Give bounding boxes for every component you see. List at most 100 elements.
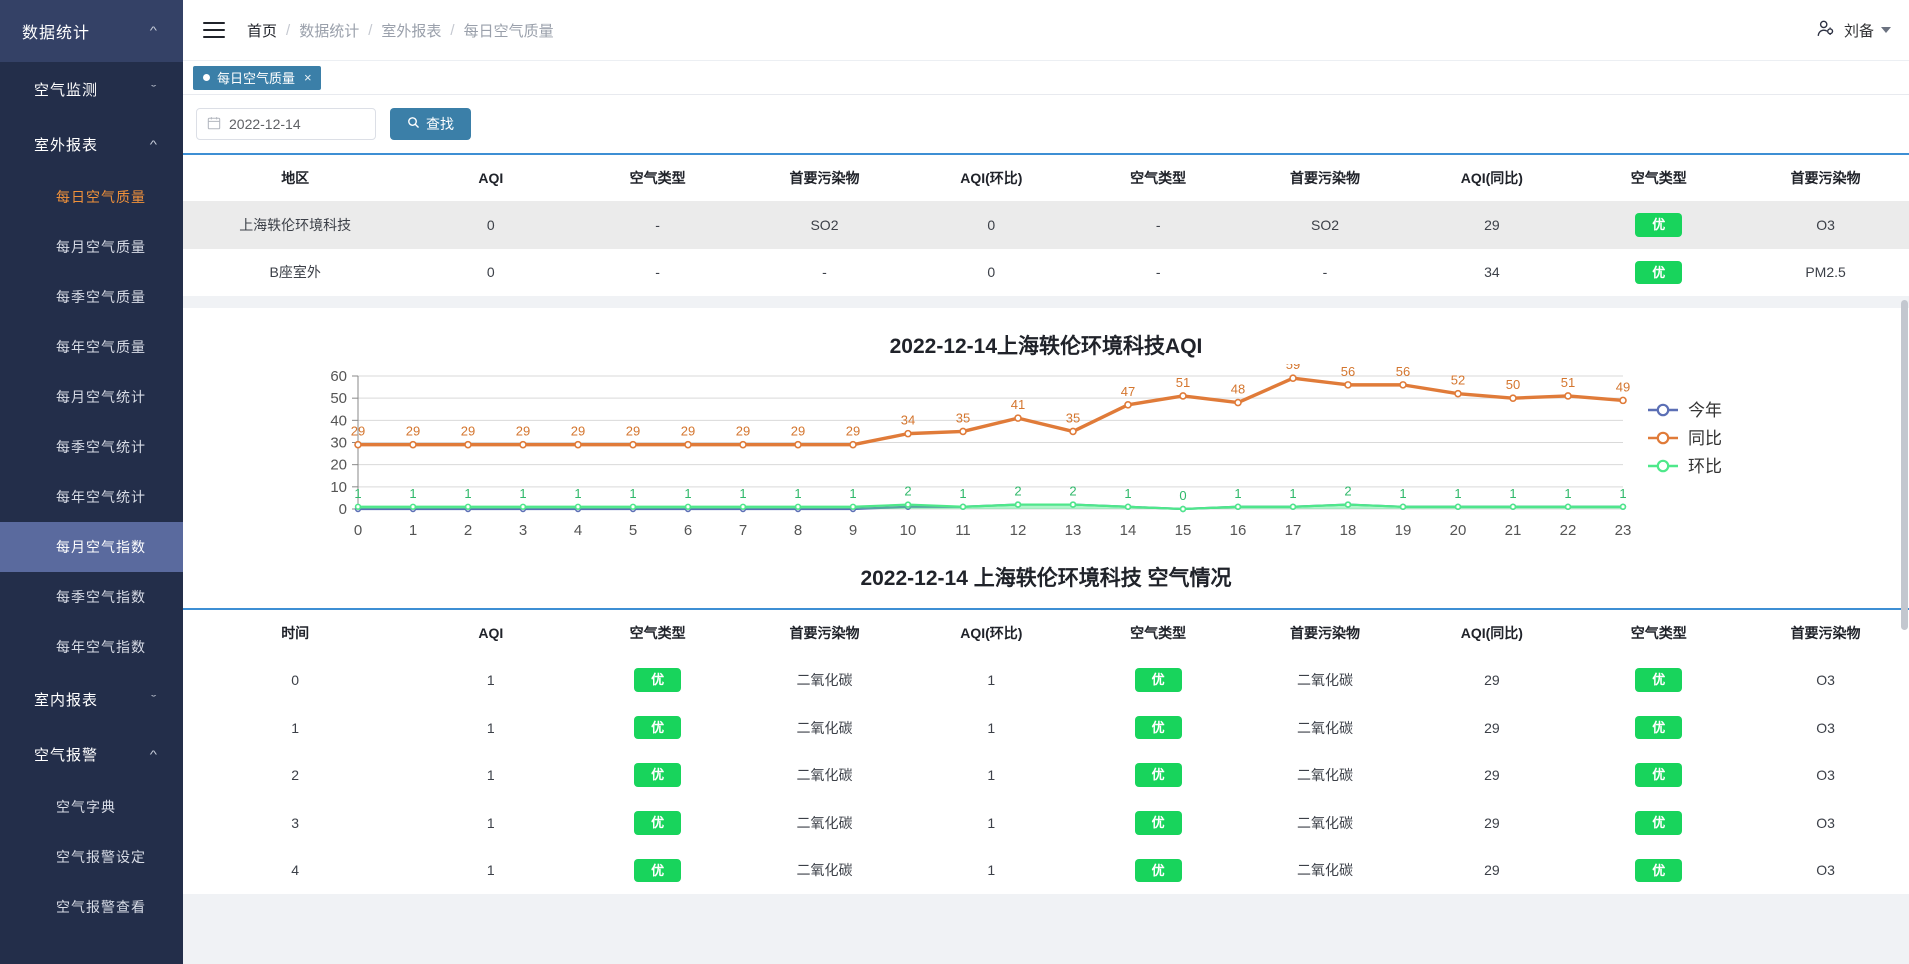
section-divider <box>183 296 1909 309</box>
summary-cell-7: 29 <box>1408 201 1576 249</box>
breadcrumb-item-0[interactable]: 首页 <box>247 20 277 41</box>
sidebar-item-每季空气统计[interactable]: 每季空气统计 <box>0 422 183 472</box>
sidebar-item-label: 每月空气统计 <box>56 389 146 405</box>
detail-cell-type1: 优 <box>574 798 742 847</box>
sidebar-item-label: 每月空气质量 <box>56 239 146 255</box>
sidebar-item-label: 每年空气统计 <box>56 489 146 505</box>
sidebar-item-label: 每日空气质量 <box>56 189 146 205</box>
legend-item-环比[interactable]: 环比 <box>1648 457 1722 476</box>
tag-tab-每日空气质量[interactable]: 每日空气质量 × <box>193 65 321 90</box>
detail-col-header-5: 空气类型 <box>1074 608 1242 657</box>
x-axis-tick-1: 1 <box>409 522 417 539</box>
data-point <box>1564 503 1572 511</box>
vertical-scrollbar[interactable] <box>1900 0 1909 964</box>
detail-cell-aqi_tb: 29 <box>1408 656 1576 704</box>
table-row[interactable]: 0 1 优二氧化碳 1 优二氧化碳 29 优 O3 <box>183 656 1909 704</box>
caret-down-icon[interactable] <box>1881 27 1891 33</box>
detail-cell-poll1: 二氧化碳 <box>741 846 908 895</box>
breadcrumb-separator: / <box>286 21 291 39</box>
table-row[interactable]: 4 1 优二氧化碳 1 优二氧化碳 29 优 O3 <box>183 846 1909 895</box>
data-point <box>849 441 857 449</box>
summary-col-header-8: 空气类型 <box>1575 153 1743 201</box>
close-icon[interactable]: × <box>304 70 312 85</box>
data-point <box>794 503 802 511</box>
sidebar-item-每季空气质量[interactable]: 每季空气质量 <box>0 272 183 322</box>
sidebar-item-label: 每月空气指数 <box>56 539 146 555</box>
sidebar-item-每年空气统计[interactable]: 每年空气统计 <box>0 472 183 522</box>
data-point <box>1124 503 1132 511</box>
scrollbar-thumb[interactable] <box>1901 300 1908 630</box>
data-label: 1 <box>1234 486 1241 501</box>
sidebar-item-每月空气指数[interactable]: 每月空气指数 <box>0 522 183 572</box>
status-badge: 优 <box>1134 810 1182 835</box>
x-axis-tick-21: 21 <box>1505 522 1522 539</box>
data-point <box>1344 501 1352 508</box>
search-button[interactable]: 查找 <box>390 108 471 140</box>
sidebar-group-室外报表[interactable]: 室外报表 ^ <box>0 117 183 172</box>
data-label: 1 <box>1124 486 1131 501</box>
table-row[interactable]: B座室外 0- -0- -34 优 PM2.5 <box>183 248 1909 297</box>
sidebar-item-label: 每季空气统计 <box>56 439 146 455</box>
table-row[interactable]: 上海轶伦环境科技 0- SO2 0- SO2 29 优 O3 <box>183 201 1909 249</box>
sidebar-item-每月空气质量[interactable]: 每月空气质量 <box>0 222 183 272</box>
detail-cell-type3: 优 <box>1575 751 1743 799</box>
summary-cell-9: PM2.5 <box>1742 248 1909 297</box>
y-axis-tick-50: 50 <box>330 390 347 407</box>
sidebar-item-每季空气指数[interactable]: 每季空气指数 <box>0 572 183 622</box>
series-line-同比 <box>358 376 1624 447</box>
data-point <box>849 503 857 511</box>
detail-cell-aqi_hb: 1 <box>907 751 1075 799</box>
sidebar-item-每年空气指数[interactable]: 每年空气指数 <box>0 622 183 672</box>
x-axis-tick-20: 20 <box>1450 522 1467 539</box>
summary-col-header-6: 首要污染物 <box>1241 153 1409 201</box>
table-row[interactable]: 3 1 优二氧化碳 1 优二氧化碳 29 优 O3 <box>183 798 1909 847</box>
y-axis-tick-0: 0 <box>339 501 347 518</box>
sidebar-group-空气监测[interactable]: 空气监测 ˇ <box>0 62 183 117</box>
legend-item-同比[interactable]: 同比 <box>1648 429 1722 448</box>
user-menu[interactable]: 刘备 <box>1815 18 1891 43</box>
sidebar-item-每年空气质量[interactable]: 每年空气质量 <box>0 322 183 372</box>
detail-cell-time: 0 <box>183 656 408 704</box>
data-label: 2 <box>1014 484 1021 499</box>
sidebar-group-空气报警[interactable]: 空气报警 ^ <box>0 727 183 782</box>
data-label: 1 <box>519 486 526 501</box>
sidebar-item-空气报警设定[interactable]: 空气报警设定 <box>0 832 183 882</box>
status-badge: 优 <box>1635 810 1683 835</box>
table-row[interactable]: 1 1 优二氧化碳 1 优二氧化碳 29 优 O3 <box>183 703 1909 752</box>
sidebar-item-空气报警查看[interactable]: 空气报警查看 <box>0 882 183 932</box>
legend-item-今年[interactable]: 今年 <box>1648 401 1722 420</box>
breadcrumb-item-3[interactable]: 每日空气质量 <box>464 20 554 41</box>
detail-cell-aqi_tb: 29 <box>1408 846 1576 895</box>
data-label: 1 <box>1564 486 1571 501</box>
chevron-up-icon: ^ <box>149 138 159 151</box>
x-axis-tick-3: 3 <box>519 522 527 539</box>
sidebar-item-空气字典[interactable]: 空气字典 <box>0 782 183 832</box>
breadcrumb-item-2[interactable]: 室外报表 <box>381 20 441 41</box>
data-label: 51 <box>1176 375 1190 390</box>
table-row[interactable]: 2 1 优二氧化碳 1 优二氧化碳 29 优 O3 <box>183 751 1909 799</box>
x-axis-tick-2: 2 <box>464 522 472 539</box>
detail-col-header-7: AQI(同比) <box>1408 608 1576 657</box>
sidebar: 数据统计 ^ 空气监测 ˇ 室外报表 ^ 每日空气质量 每月空气质量每季空气质量 每年空气质… <box>0 0 183 964</box>
data-label: 1 <box>464 486 471 501</box>
detail-cell-aqi_hb: 1 <box>907 798 1075 847</box>
app-root: 数据统计 ^ 空气监测 ˇ 室外报表 ^ 每日空气质量 每月空气质量 每季空气质量 每年空气质… <box>0 0 1909 964</box>
status-badge: 优 <box>1134 715 1182 740</box>
hamburger-icon[interactable] <box>203 22 225 38</box>
breadcrumb-item-1[interactable]: 数据统计 <box>299 20 359 41</box>
detail-col-header-6: 首要污染物 <box>1241 608 1409 657</box>
status-badge: 优 <box>1635 715 1683 740</box>
data-point <box>1289 374 1297 383</box>
sidebar-group-室内报表[interactable]: 室内报表 ˇ <box>0 672 183 727</box>
y-axis-tick-60: 60 <box>330 368 347 385</box>
tag-tab-label: 每日空气质量 <box>217 71 296 86</box>
data-label: 34 <box>901 413 915 428</box>
date-input[interactable]: 2022-12-14 <box>196 108 376 140</box>
sidebar-item-每月空气统计[interactable]: 每月空气统计 <box>0 372 183 422</box>
data-point <box>1454 503 1462 511</box>
data-label: 1 <box>1289 486 1296 501</box>
sidebar-root-数据统计[interactable]: 数据统计 ^ <box>0 0 183 62</box>
sidebar-item-每日空气质量[interactable]: 每日空气质量 <box>0 172 183 222</box>
summary-col-header-4: AQI(环比) <box>907 153 1075 201</box>
data-point <box>1234 398 1242 407</box>
